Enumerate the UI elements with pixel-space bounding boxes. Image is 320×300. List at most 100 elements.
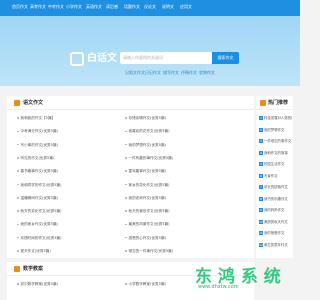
hot-item[interactable]: 12难忘的童年作文 [259,242,292,248]
list-item-label: 珍惜亲情作文(优秀5篇) [128,116,166,120]
list-item[interactable]: 最美的风景作文(优秀5篇) [125,222,170,227]
hot-item[interactable]: 2 我的梦想作文 [259,127,292,133]
hot-item[interactable]: 5 校园生活作文 [259,162,292,167]
list-item[interactable]: 中考满分作文(优秀5篇) [17,129,58,134]
list-item[interactable]: 我和我的作文【5篇】 [17,116,55,121]
bullet-icon [17,157,19,159]
nav-item[interactable]: 高考作文 [30,4,46,10]
bullet-icon [125,223,127,226]
rank-badge: 2 [259,127,263,132]
section-title: 热门推荐 [268,100,289,106]
list-item[interactable]: 听见的作文(优秀5篇) [17,156,54,161]
list-item[interactable]: 家乡的变化作文(优秀5篇) [125,183,170,188]
hot-item[interactable]: 10美丽的秋天作文 [259,219,292,225]
hot-item[interactable]: 11我的爸爸作文 [259,231,292,236]
list-item[interactable]: 难忘的一件事作文(优秀5篇) [125,249,173,254]
search-button[interactable]: 搜索作文 [212,52,239,64]
bullet-icon [125,130,127,133]
nav-item[interactable]: 小学作文 [66,4,82,10]
nav-item[interactable]: 读后感 [106,4,118,10]
tag-link[interactable]: 记叙文作文 [125,70,145,76]
hot-item[interactable]: 7 成长的烦恼作文 [259,185,292,190]
watermark-url: www.dhxtw.com [198,284,239,290]
hot-item-label: 一件难忘的事作文 [264,139,292,143]
hot-item-label: 我的梦想作文 [264,127,285,132]
hot-item-label: 成长的烦恼作文 [264,185,288,189]
list-item[interactable]: 珍惜亲情作文(优秀5篇) [125,116,166,121]
list-item[interactable]: 秋天的变化作文(优秀5篇) [17,209,62,214]
list-item-label: 一件有趣的事作文(优秀5篇) [128,155,174,160]
hot-item-label: 美丽的秋天作文 [264,219,288,224]
tag-link[interactable]: 抒情作文 [181,70,197,76]
list-item-label: 秋天的变化作文(优秀5篇) [20,209,62,214]
rank-badge: 1 [259,116,263,120]
top-nav: 首页作文 高考作文 中考作文 小学作文 英语作文 读后感 话题作文 议论文 说明… [0,0,300,16]
tag-link[interactable]: 状物作文 [199,70,215,76]
hot-item-label: 我和作文的故事 [264,150,288,155]
fire-icon [260,100,266,106]
tag-link[interactable]: 描写作文 [163,70,179,76]
rank-badge: 9 [259,208,263,212]
logo-icon [70,52,84,66]
hot-item[interactable]: 1科技发展对人类的影响作文 [259,116,292,121]
list-item-label: 家乡的变化作文(优秀5篇) [128,182,170,187]
hot-item-label: 我的妈妈作文 [264,208,285,212]
list-item[interactable]: 童年趣事作文(优秀5篇) [125,169,166,174]
list-item-label: 我的老师作文(优秀5篇) [128,195,166,200]
tag-link[interactable]: 日记作文 [145,70,161,76]
bullet-icon [125,183,127,186]
list-item-label: 我和我的作文【5篇】 [20,116,56,120]
hot-item-label: 写景作文 [264,173,278,178]
nav-item[interactable]: 说明文 [162,4,174,10]
site-logo[interactable]: 白话文 [70,52,117,66]
bullet-icon [125,117,127,119]
list-item-label: 珍惜时间的作文(优秀5篇) [20,235,62,240]
nav-item[interactable]: 英语作文 [86,4,102,10]
rank-badge: 10 [259,219,263,224]
list-item[interactable]: 我的家乡作文(优秀5篇) [17,222,58,227]
list-item[interactable]: 感恩的心作文(优秀5篇) [125,236,166,241]
list-item[interactable]: 珍惜时间的作文(优秀5篇) [17,236,62,241]
nav-item[interactable]: 中考作文 [48,4,64,10]
search-placeholder: 请输入你要搜的关键词 [123,55,163,60]
hot-recommend-panel: 热门推荐 1科技发展对人类的影响作文 2我的梦想作文 3一件难忘的事作文 4我和作文的… [256,96,293,258]
nav-item[interactable]: 话题作文 [124,4,140,10]
bullet-icon [125,143,127,146]
hot-item-label: 科技发展对人类的影响作文 [264,116,292,120]
nav-item[interactable]: 应用文 [180,4,192,10]
hot-item-label: 校园生活作文 [264,162,285,166]
list-item-label: 小学数学教案(优秀5篇) [128,282,166,286]
search-input[interactable]: 请输入你要搜的关键词 [120,52,212,64]
list-item[interactable]: 春节趣事作文(优秀5篇) [17,169,58,174]
list-item[interactable]: 夏天作文(优秀5篇) [17,249,51,254]
list-item-label: 写小事的作文(优秀5篇) [20,142,58,147]
hot-item[interactable]: 6 写景作文 [259,173,292,179]
book-icon [14,100,20,106]
hot-item-label: 读书的乐趣作文 [264,196,288,201]
hot-item[interactable]: 9 我的妈妈作文 [259,208,292,213]
list-item[interactable]: 写小事的作文(优秀5篇) [17,143,58,148]
list-item[interactable]: 我和同学的作文(优秀5篇) [17,183,62,188]
bullet-icon [125,283,127,285]
hot-item[interactable]: 4 我和作文的故事 [259,150,292,156]
list-item[interactable]: 我喜欢的花作文(优秀5篇) [125,129,170,134]
list-item[interactable]: 我的梦想作文(优秀5篇) [125,143,166,148]
list-item-label: 中考满分作文(优秀5篇) [20,129,58,134]
list-item[interactable]: 温暖瞬间作文(优秀5篇) [17,196,58,201]
nav-item[interactable]: 首页作文 [12,4,28,10]
hot-item-label: 难忘的童年作文 [264,242,288,247]
list-item-label: 初中数学教案(优秀5篇) [20,282,58,286]
list-item[interactable]: 小学数学教案(优秀5篇) [125,282,166,287]
rank-badge: 7 [259,185,263,189]
list-item[interactable]: 一件有趣的事作文(优秀5篇) [125,156,173,161]
bullet-icon [125,157,127,159]
hot-item[interactable]: 3 一件难忘的事作文 [259,139,292,144]
hot-item[interactable]: 8 读书的乐趣作文 [259,196,292,202]
list-item[interactable]: 我的老师作文(优秀5篇) [125,196,166,201]
list-item[interactable]: 秋天的景色作文(优秀5篇) [125,209,170,214]
nav-item[interactable]: 议论文 [144,4,156,10]
rank-badge: 4 [259,150,263,155]
list-item-label: 童年趣事作文(优秀5篇) [128,169,166,174]
list-item[interactable]: 初中数学教案(优秀5篇) [17,282,58,287]
list-item-label: 难忘的一件事作文(优秀5篇) [128,249,174,253]
